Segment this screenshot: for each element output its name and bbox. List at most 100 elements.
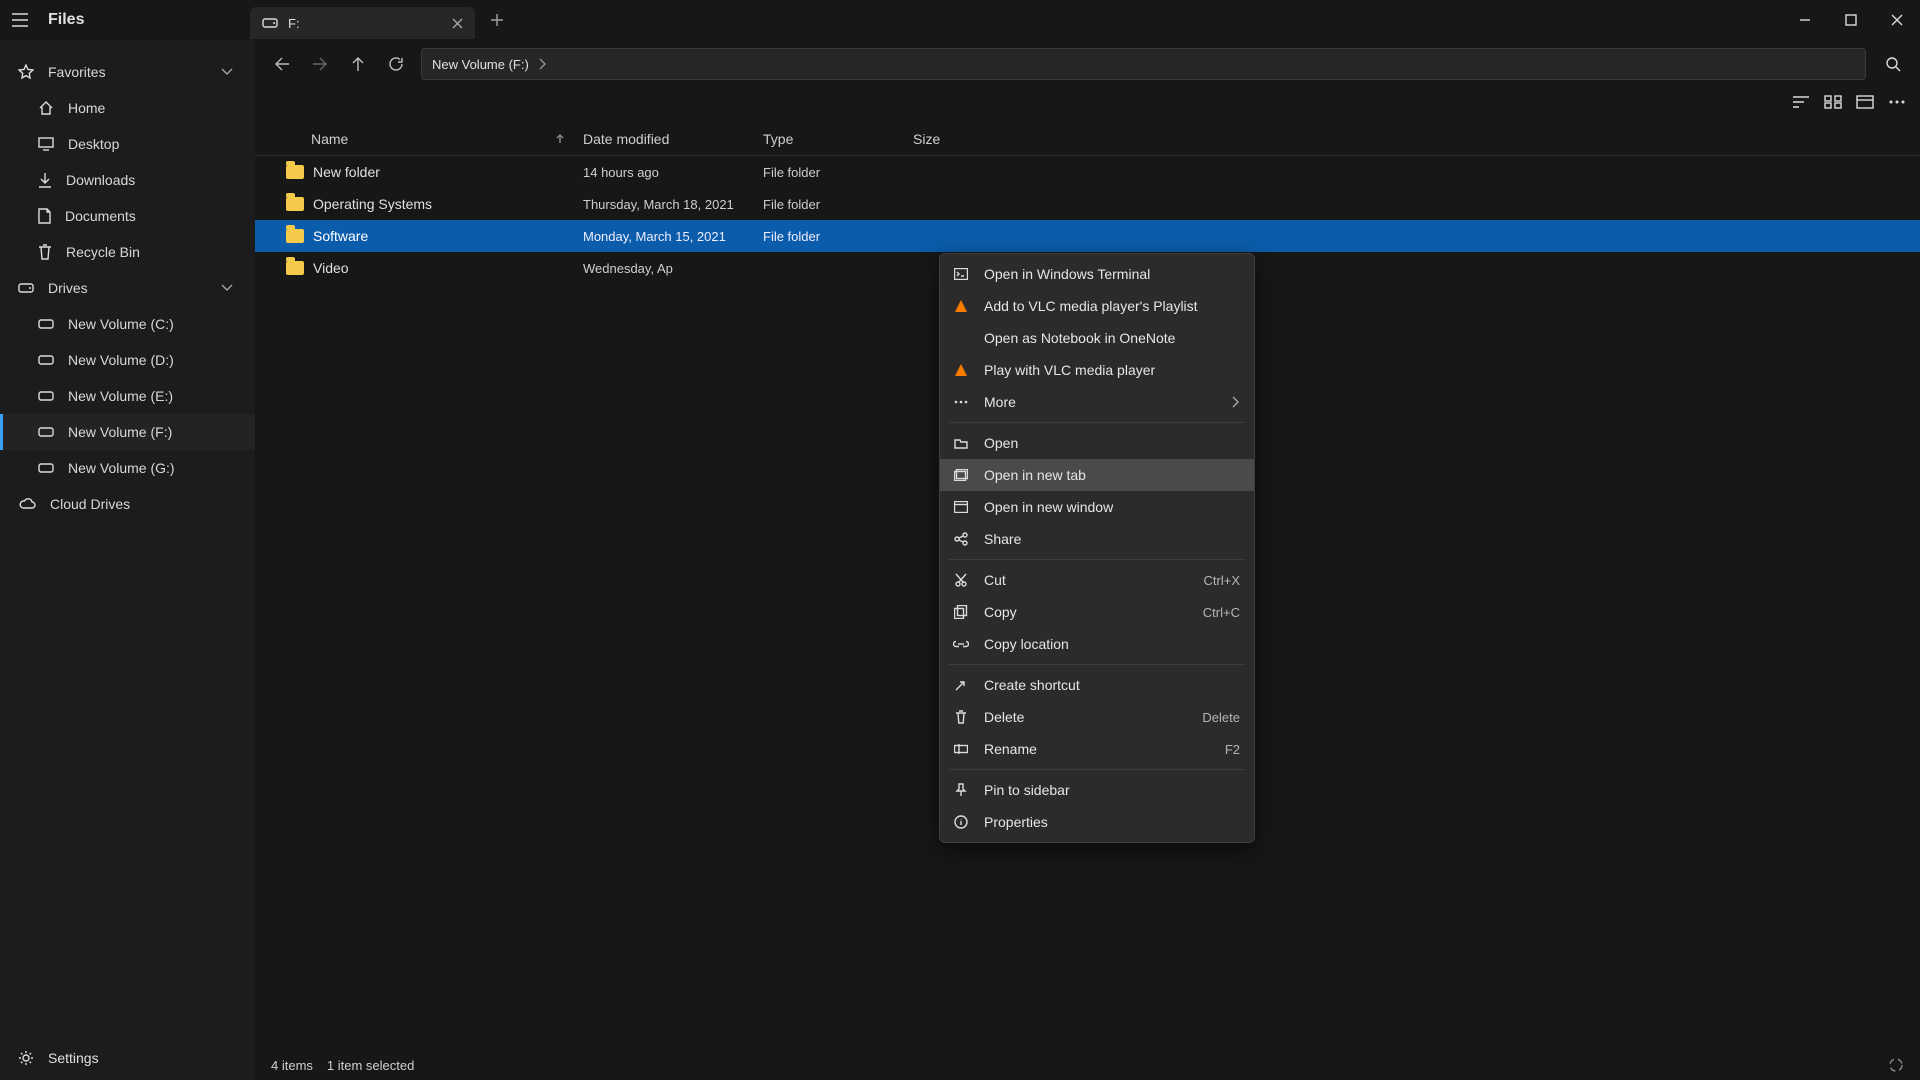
sidebar-item-drive-g[interactable]: New Volume (G:) <box>0 450 255 486</box>
file-row-selected[interactable]: Software Monday, March 15, 2021 File fol… <box>255 220 1920 252</box>
sidebar-item-drive-f[interactable]: New Volume (F:) <box>0 414 255 450</box>
menu-label: Delete <box>984 709 1188 725</box>
menu-button[interactable] <box>0 0 40 40</box>
address-bar[interactable]: New Volume (F:) <box>421 48 1866 80</box>
link-icon <box>952 640 970 648</box>
search-button[interactable] <box>1874 45 1912 83</box>
file-modified: 14 hours ago <box>583 165 763 180</box>
menu-open-terminal[interactable]: Open in Windows Terminal <box>940 258 1254 290</box>
menu-share[interactable]: Share <box>940 523 1254 555</box>
copy-icon <box>952 605 970 619</box>
tab-f-drive[interactable]: F: <box>250 7 475 39</box>
menu-more[interactable]: More <box>940 386 1254 418</box>
menu-label: Copy <box>984 604 1189 620</box>
back-button[interactable] <box>263 45 301 83</box>
cut-icon <box>952 573 970 587</box>
menu-separator <box>948 769 1246 770</box>
open-icon <box>952 437 970 449</box>
menu-vlc-playlist[interactable]: Add to VLC media player's Playlist <box>940 290 1254 322</box>
sidebar-item-documents[interactable]: Documents <box>0 198 255 234</box>
file-modified: Thursday, March 18, 2021 <box>583 197 763 212</box>
menu-label: Share <box>984 531 1240 547</box>
sidebar-cloud-label: Cloud Drives <box>50 496 130 512</box>
sidebar-section-cloud[interactable]: Cloud Drives <box>0 486 255 522</box>
menu-properties[interactable]: Properties <box>940 806 1254 838</box>
menu-label: Add to VLC media player's Playlist <box>984 298 1240 314</box>
file-row[interactable]: Operating Systems Thursday, March 18, 20… <box>255 188 1920 220</box>
column-size[interactable]: Size <box>913 131 1013 147</box>
delete-icon <box>952 710 970 724</box>
forward-button[interactable] <box>301 45 339 83</box>
menu-delete[interactable]: Delete Delete <box>940 701 1254 733</box>
sidebar-item-label: New Volume (C:) <box>68 316 174 332</box>
sidebar-item-drive-c[interactable]: New Volume (C:) <box>0 306 255 342</box>
menu-rename[interactable]: Rename F2 <box>940 733 1254 765</box>
menu-open[interactable]: Open <box>940 427 1254 459</box>
sidebar-section-drives[interactable]: Drives <box>0 270 255 306</box>
folder-icon <box>281 197 309 211</box>
content-pane: New Volume (F:) Name Date modified Type … <box>255 40 1920 1080</box>
drive-icon <box>38 427 54 437</box>
file-type: File folder <box>763 165 913 180</box>
shortcut-icon <box>952 678 970 692</box>
drive-icon <box>38 319 54 329</box>
menu-copy[interactable]: Copy Ctrl+C <box>940 596 1254 628</box>
sidebar-item-settings[interactable]: Settings <box>0 1036 255 1080</box>
drive-icon <box>38 355 54 365</box>
menu-separator <box>948 559 1246 560</box>
sidebar-item-label: New Volume (F:) <box>68 424 172 440</box>
sidebar-item-label: New Volume (E:) <box>68 388 173 404</box>
maximize-button[interactable] <box>1828 0 1874 40</box>
sidebar-section-favorites[interactable]: Favorites <box>0 54 255 90</box>
file-row[interactable]: New folder 14 hours ago File folder <box>255 156 1920 188</box>
sidebar-item-recycle-bin[interactable]: Recycle Bin <box>0 234 255 270</box>
menu-separator <box>948 422 1246 423</box>
sidebar-item-downloads[interactable]: Downloads <box>0 162 255 198</box>
menu-vlc-play[interactable]: Play with VLC media player <box>940 354 1254 386</box>
file-type: File folder <box>763 229 913 244</box>
file-modified: Monday, March 15, 2021 <box>583 229 763 244</box>
trash-icon <box>38 244 52 260</box>
tab-label: F: <box>288 16 300 31</box>
up-button[interactable] <box>339 45 377 83</box>
layout-button[interactable] <box>1856 95 1874 109</box>
sidebar-item-label: Downloads <box>66 172 135 188</box>
chevron-right-icon <box>539 58 547 70</box>
close-tab-button[interactable] <box>452 18 463 29</box>
sort-button[interactable] <box>1792 95 1810 109</box>
sidebar-item-label: New Volume (G:) <box>68 460 175 476</box>
menu-pin-sidebar[interactable]: Pin to sidebar <box>940 774 1254 806</box>
minimize-button[interactable] <box>1782 0 1828 40</box>
menu-label: Open in new window <box>984 499 1240 515</box>
download-icon <box>38 172 52 188</box>
menu-open-new-window[interactable]: Open in new window <box>940 491 1254 523</box>
column-modified[interactable]: Date modified <box>583 131 763 147</box>
column-type[interactable]: Type <box>763 131 913 147</box>
close-button[interactable] <box>1874 0 1920 40</box>
refresh-button[interactable] <box>377 45 415 83</box>
sidebar-item-drive-d[interactable]: New Volume (D:) <box>0 342 255 378</box>
menu-label: Rename <box>984 741 1211 757</box>
menu-create-shortcut[interactable]: Create shortcut <box>940 669 1254 701</box>
menu-onenote[interactable]: Open as Notebook in OneNote <box>940 322 1254 354</box>
menu-label: Open <box>984 435 1240 451</box>
new-tab-button[interactable] <box>481 4 513 36</box>
sidebar-drives-label: Drives <box>48 280 88 296</box>
menu-copy-location[interactable]: Copy location <box>940 628 1254 660</box>
drive-icon <box>38 463 54 473</box>
file-name: Operating Systems <box>309 196 583 212</box>
sidebar-item-drive-e[interactable]: New Volume (E:) <box>0 378 255 414</box>
sidebar-item-desktop[interactable]: Desktop <box>0 126 255 162</box>
menu-label: Properties <box>984 814 1240 830</box>
file-name: Video <box>309 260 583 276</box>
column-name[interactable]: Name <box>311 131 583 147</box>
tab-strip: F: <box>250 0 513 40</box>
sidebar-item-home[interactable]: Home <box>0 90 255 126</box>
group-button[interactable] <box>1824 95 1842 109</box>
menu-shortcut: Ctrl+X <box>1204 573 1240 588</box>
breadcrumb-segment[interactable]: New Volume (F:) <box>432 57 529 72</box>
menu-cut[interactable]: Cut Ctrl+X <box>940 564 1254 596</box>
document-icon <box>38 208 51 224</box>
more-button[interactable] <box>1888 99 1906 105</box>
menu-open-new-tab[interactable]: Open in new tab <box>940 459 1254 491</box>
